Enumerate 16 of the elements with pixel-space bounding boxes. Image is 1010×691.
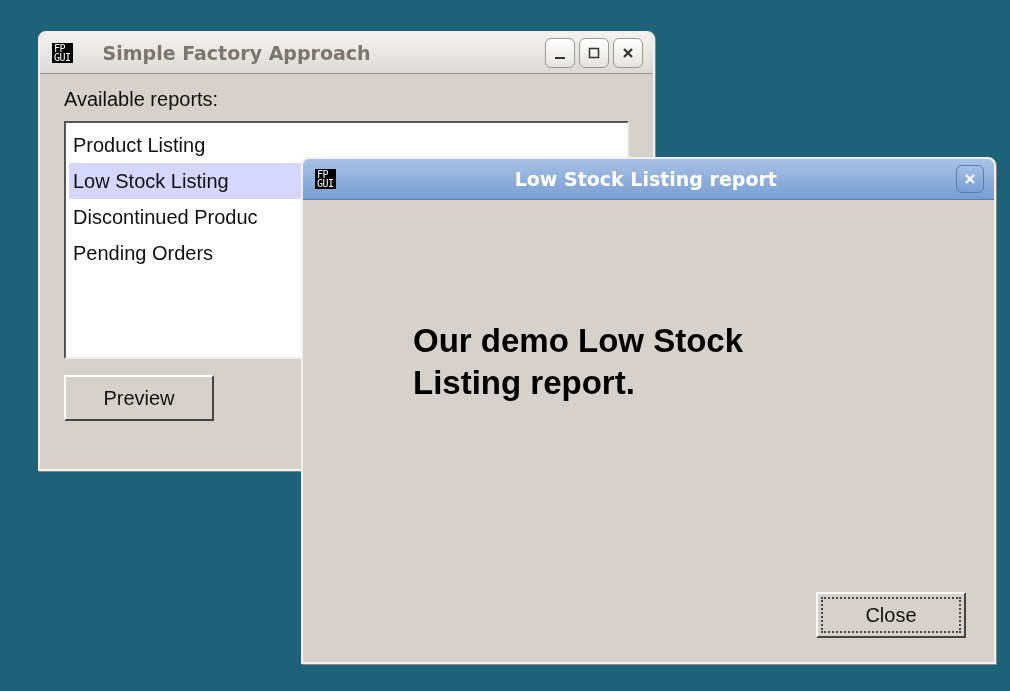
- window-title: Low Stock Listing report: [513, 168, 778, 190]
- minimize-button[interactable]: [545, 38, 575, 68]
- close-button[interactable]: [956, 165, 984, 193]
- report-message: Our demo Low Stock Listing report.: [413, 321, 745, 403]
- close-button[interactable]: [613, 38, 643, 68]
- preview-button[interactable]: Preview: [64, 375, 214, 421]
- app-icon: FP GUI: [315, 169, 336, 189]
- minimize-icon: [555, 57, 565, 59]
- close-button[interactable]: Close: [816, 592, 966, 638]
- maximize-button[interactable]: [579, 38, 609, 68]
- close-icon: [621, 46, 635, 60]
- reports-label: Available reports:: [64, 88, 219, 111]
- close-icon: [963, 172, 977, 186]
- maximize-icon: [587, 46, 601, 60]
- app-icon: FP GUI: [52, 43, 73, 63]
- window-title: Simple Factory Approach: [102, 42, 372, 64]
